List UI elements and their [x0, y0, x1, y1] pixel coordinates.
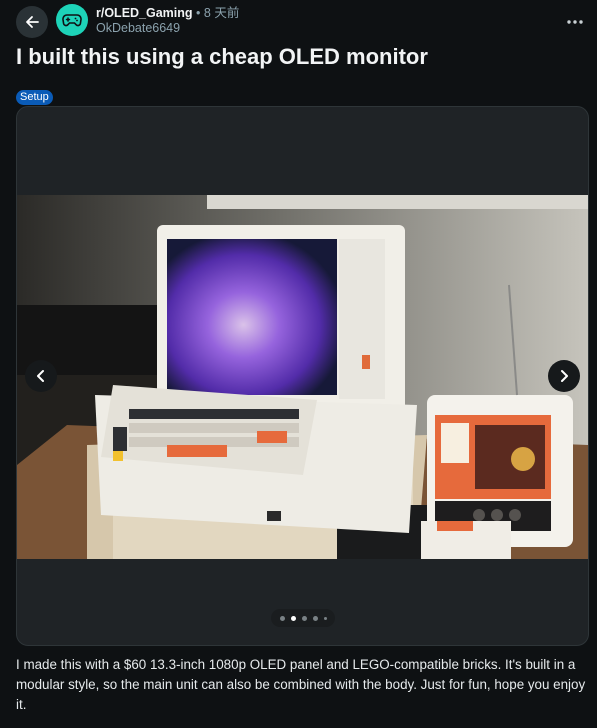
gallery-dot[interactable] — [279, 615, 285, 621]
gallery-dot[interactable] — [323, 616, 327, 620]
post-flair[interactable]: Setup — [16, 90, 53, 105]
gallery-dot-active[interactable] — [290, 615, 296, 621]
subreddit-name[interactable]: r/OLED_Gaming — [96, 6, 193, 20]
post-title[interactable]: I built this using a cheap OLED monitor — [16, 42, 581, 72]
gallery-next-button[interactable] — [548, 360, 580, 392]
gallery-dot[interactable] — [301, 615, 307, 621]
more-horizontal-icon — [567, 20, 583, 24]
subreddit-avatar[interactable] — [56, 4, 88, 36]
post-body: I made this with a $60 13.3-inch 1080p O… — [16, 657, 586, 712]
post-time: 8 天前 — [203, 6, 240, 20]
author-name[interactable]: OkDebate6649 — [96, 21, 239, 36]
gallery-pagination — [271, 609, 335, 627]
gamepad-icon — [62, 14, 82, 27]
gallery-prev-button[interactable] — [25, 360, 57, 392]
post-meta: r/OLED_Gaming • 8 天前 OkDebate6649 — [96, 6, 239, 36]
meta-separator: • — [196, 6, 201, 20]
chevron-left-icon — [37, 370, 44, 382]
more-options-button[interactable] — [565, 12, 585, 32]
gallery-dot[interactable] — [312, 615, 318, 621]
gallery-image[interactable] — [17, 195, 588, 559]
chevron-right-icon — [561, 370, 568, 382]
image-gallery[interactable] — [16, 106, 589, 646]
arrow-left-icon — [26, 16, 39, 28]
back-button[interactable] — [16, 6, 48, 38]
